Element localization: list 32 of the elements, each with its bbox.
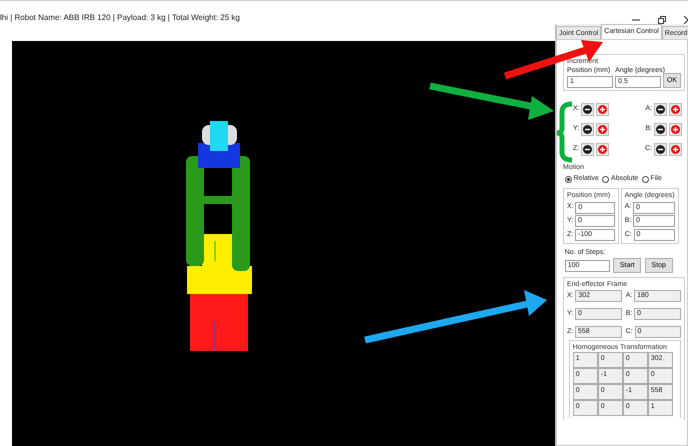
radio-button[interactable] <box>602 176 610 182</box>
minus-icon <box>583 105 592 114</box>
plus-icon <box>598 105 608 114</box>
close-icon[interactable] <box>684 16 688 24</box>
increment-button[interactable] <box>596 123 609 136</box>
viewport[interactable] <box>12 41 555 446</box>
minus-icon <box>582 125 592 134</box>
increment-button[interactable] <box>668 103 682 116</box>
decrement-button[interactable] <box>654 103 667 116</box>
decrement-button[interactable] <box>581 103 594 116</box>
increment-button[interactable] <box>596 143 609 156</box>
restore-icon[interactable] <box>658 16 666 24</box>
plus-icon <box>598 145 607 154</box>
minus-icon <box>656 145 665 154</box>
bracket-mark <box>554 102 572 162</box>
increment-button[interactable] <box>668 123 682 136</box>
plus-icon <box>670 125 680 134</box>
plus-icon <box>670 145 680 154</box>
plus-icon <box>670 105 680 114</box>
decrement-button[interactable] <box>654 143 667 156</box>
window-title: lhi | Robot Name: ABB IRB 120 | Payload: 3 kg | Total Weight: 25 kg <box>0 12 241 24</box>
decrement-button[interactable] <box>580 123 594 136</box>
radio-button[interactable] <box>642 176 649 182</box>
decrement-button[interactable] <box>654 123 667 136</box>
minus-icon <box>656 125 665 134</box>
increment-button[interactable] <box>668 143 682 156</box>
radio-button[interactable] <box>564 176 572 182</box>
minus-icon <box>582 145 592 154</box>
decrement-button[interactable] <box>580 143 594 156</box>
minus-icon <box>656 105 665 114</box>
increment-button[interactable] <box>596 103 610 116</box>
plus-icon <box>598 125 607 134</box>
